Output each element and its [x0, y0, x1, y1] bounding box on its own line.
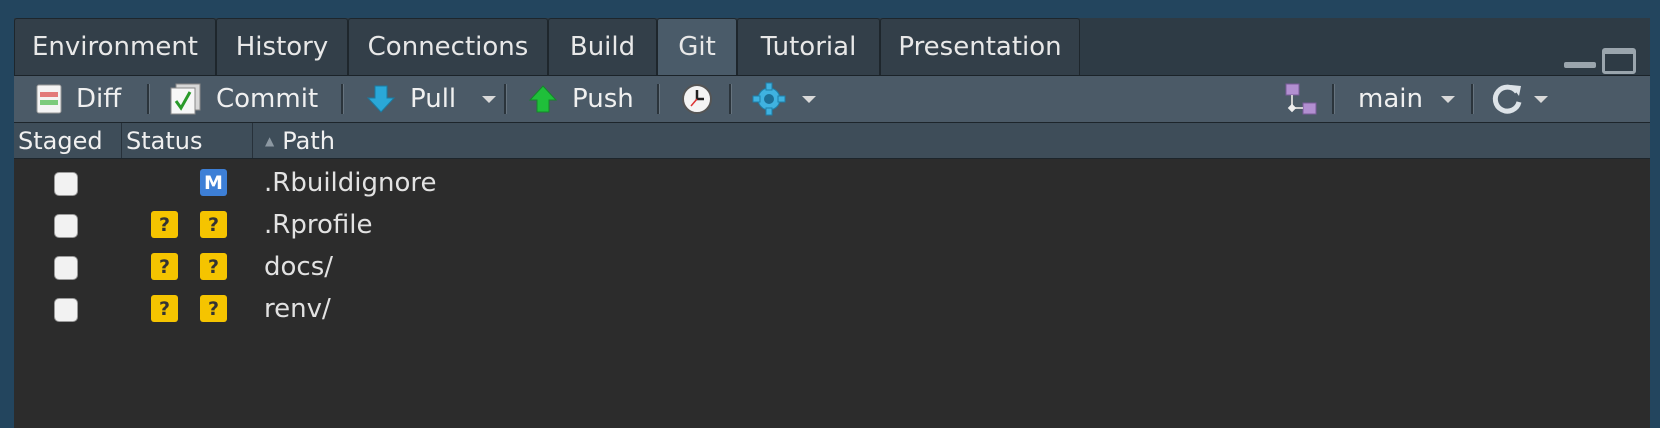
pull-icon — [366, 85, 396, 113]
push-label: Push — [572, 84, 634, 114]
tab-label: Connections — [367, 32, 529, 62]
diff-icon — [36, 84, 62, 114]
branch-selector[interactable]: main — [1358, 76, 1455, 122]
git-pane: Environment History Connections Build Gi… — [14, 18, 1650, 428]
diff-button[interactable]: Diff — [36, 76, 121, 122]
column-label: Staged — [18, 126, 103, 155]
tab-connections[interactable]: Connections — [348, 18, 548, 75]
tab-label: Build — [569, 32, 636, 62]
file-row[interactable]: ? ? .Rprofile — [14, 204, 1650, 246]
untracked-status-icon: ? — [151, 295, 178, 322]
toolbar-separator — [1471, 84, 1474, 114]
column-label: Status — [126, 126, 203, 155]
branch-dropdown-icon — [1440, 95, 1455, 103]
tab-git[interactable]: Git — [657, 18, 737, 75]
file-path: docs/ — [264, 252, 334, 282]
file-path: .Rbuildignore — [264, 168, 437, 198]
staged-checkbox[interactable] — [54, 298, 78, 322]
toolbar-separator — [1332, 84, 1335, 114]
staged-checkbox[interactable] — [54, 256, 78, 280]
untracked-status-icon: ? — [151, 253, 178, 280]
tab-label: Presentation — [898, 32, 1062, 62]
commit-button[interactable]: Commit — [170, 76, 318, 122]
refresh-button[interactable] — [1490, 76, 1548, 122]
sort-ascending-icon: ▲ — [265, 133, 275, 148]
git-toolbar: Diff Commit Pull Push main — [14, 76, 1650, 123]
push-icon — [528, 85, 558, 113]
tab-tutorial[interactable]: Tutorial — [737, 18, 880, 75]
toolbar-separator — [147, 84, 150, 114]
pull-label: Pull — [410, 84, 457, 114]
tab-history[interactable]: History — [216, 18, 348, 75]
commit-icon — [170, 83, 201, 115]
column-path[interactable]: ▲ Path — [252, 123, 1650, 158]
untracked-status-icon: ? — [200, 253, 227, 280]
status-code: ? — [207, 297, 220, 320]
toolbar-separator — [504, 84, 507, 114]
untracked-status-icon: ? — [151, 211, 178, 238]
minimize-icon[interactable] — [1564, 48, 1596, 70]
tab-label: Environment — [31, 32, 199, 62]
tab-environment[interactable]: Environment — [14, 18, 216, 75]
history-button[interactable] — [681, 76, 713, 122]
tab-presentation[interactable]: Presentation — [880, 18, 1080, 75]
tab-label: Tutorial — [760, 32, 857, 62]
file-row[interactable]: ? ? docs/ — [14, 246, 1650, 288]
toolbar-separator — [341, 84, 344, 114]
more-menu-button[interactable] — [752, 76, 816, 122]
push-button[interactable]: Push — [528, 76, 634, 122]
diff-label: Diff — [76, 84, 122, 114]
staged-checkbox[interactable] — [54, 214, 78, 238]
history-icon — [682, 84, 712, 114]
status-code: ? — [158, 255, 171, 278]
tab-label: History — [235, 32, 329, 62]
status-code: ? — [207, 255, 220, 278]
column-label: Path — [282, 126, 335, 155]
toolbar-separator — [729, 84, 732, 114]
gear-icon — [752, 82, 786, 116]
untracked-status-icon: ? — [200, 211, 227, 238]
tab-build[interactable]: Build — [548, 18, 657, 75]
column-status[interactable]: Status — [121, 123, 252, 158]
refresh-icon — [1492, 84, 1522, 114]
status-code: M — [204, 171, 223, 194]
file-path: .Rprofile — [264, 210, 373, 240]
maximize-icon[interactable] — [1602, 48, 1636, 74]
status-code: ? — [158, 213, 171, 236]
pull-button[interactable]: Pull — [366, 76, 497, 122]
modified-status-icon: M — [200, 169, 227, 196]
branch-icon — [1285, 83, 1317, 115]
status-code: ? — [158, 297, 171, 320]
staged-checkbox[interactable] — [54, 172, 78, 196]
file-path: renv/ — [264, 294, 331, 324]
branch-label: main — [1358, 84, 1423, 114]
window-controls — [1564, 48, 1636, 74]
tab-label: Git — [678, 32, 716, 62]
pull-dropdown-icon[interactable] — [482, 95, 497, 103]
file-row[interactable]: M .Rbuildignore — [14, 162, 1650, 204]
column-staged[interactable]: Staged — [18, 123, 121, 158]
toolbar-separator — [657, 84, 660, 114]
branch-graph-button[interactable] — [1285, 76, 1317, 122]
refresh-dropdown-icon[interactable] — [1534, 95, 1548, 103]
tab-strip: Environment History Connections Build Gi… — [14, 18, 1650, 76]
more-dropdown-icon[interactable] — [802, 95, 816, 103]
status-code: ? — [207, 213, 220, 236]
file-row[interactable]: ? ? renv/ — [14, 288, 1650, 330]
commit-label: Commit — [216, 84, 319, 114]
file-list-header: Staged Status ▲ Path — [14, 123, 1650, 159]
untracked-status-icon: ? — [200, 295, 227, 322]
